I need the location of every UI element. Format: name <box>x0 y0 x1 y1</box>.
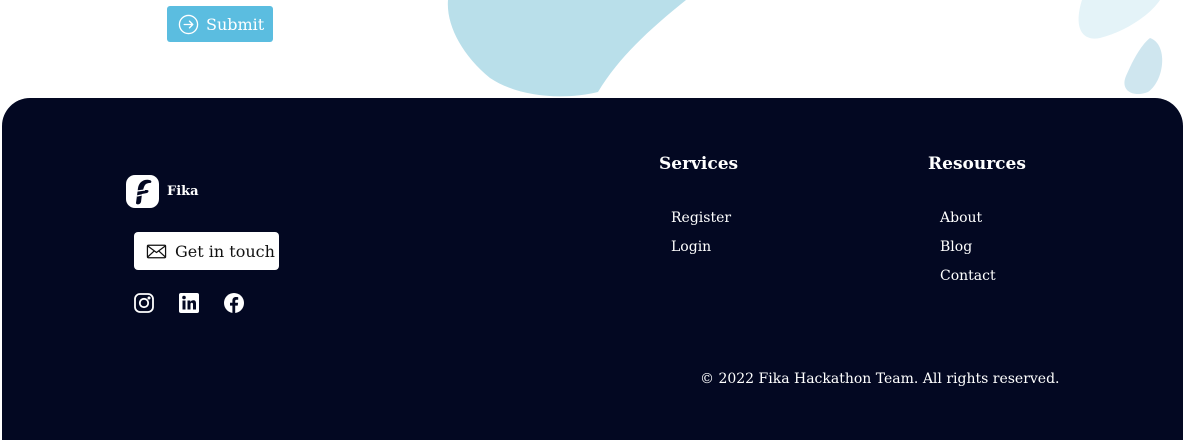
login-link[interactable]: Login <box>671 239 711 255</box>
mail-icon <box>146 241 167 262</box>
facebook-icon[interactable] <box>223 292 245 314</box>
brand-name: Fika <box>167 184 199 199</box>
social-links <box>133 292 245 314</box>
services-heading: Services <box>659 154 739 174</box>
blog-link[interactable]: Blog <box>940 239 972 255</box>
fika-logo-icon <box>126 175 159 208</box>
resources-links: About Blog Contact <box>940 207 996 294</box>
list-item: Blog <box>940 236 996 265</box>
linkedin-icon[interactable] <box>178 292 200 314</box>
submit-button[interactable]: Submit <box>167 6 273 42</box>
brand[interactable]: Fika <box>126 175 199 208</box>
get-in-touch-button[interactable]: Get in touch <box>134 232 279 270</box>
services-links: Register Login <box>671 207 731 265</box>
register-link[interactable]: Register <box>671 210 731 226</box>
blob-shape-drop <box>1124 38 1163 95</box>
list-item: Contact <box>940 265 996 294</box>
about-link[interactable]: About <box>940 210 982 226</box>
copyright-text: © 2022 Fika Hackathon Team. All rights r… <box>700 371 1060 387</box>
list-item: About <box>940 207 996 236</box>
list-item: Register <box>671 207 731 236</box>
site-footer: Fika Get in touch Services Register Logi… <box>2 98 1183 440</box>
blob-shape-small <box>1078 0 1160 39</box>
get-in-touch-label: Get in touch <box>175 241 275 261</box>
instagram-icon[interactable] <box>133 292 155 314</box>
list-item: Login <box>671 236 731 265</box>
submit-label: Submit <box>206 14 265 34</box>
resources-heading: Resources <box>928 154 1026 174</box>
contact-link[interactable]: Contact <box>940 268 996 284</box>
blob-shape <box>447 0 686 97</box>
arrow-right-circle-icon <box>178 14 199 35</box>
